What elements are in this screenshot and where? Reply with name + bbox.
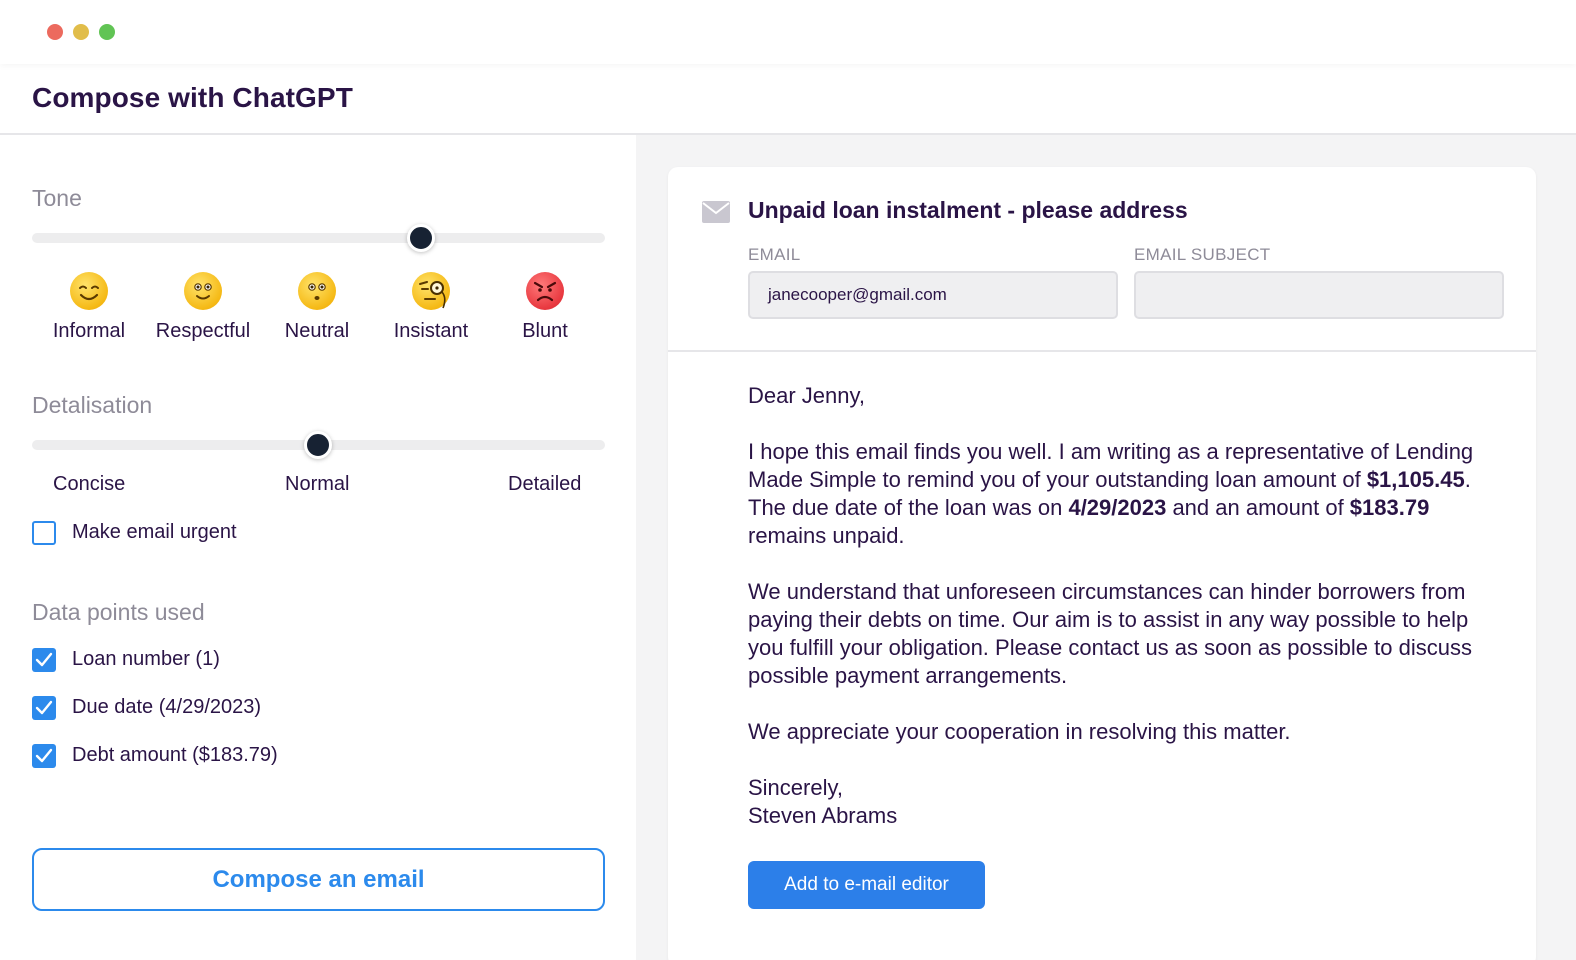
detalisation-slider-thumb[interactable] (304, 431, 332, 459)
email-card-header: Unpaid loan instalment - please address … (668, 167, 1536, 352)
tone-slider-thumb[interactable] (407, 224, 435, 252)
checkmark-icon (35, 748, 53, 763)
checkmark-icon (35, 700, 53, 715)
email-signature: Steven Abrams (748, 803, 898, 828)
detalisation-option-concise[interactable]: Concise (53, 473, 125, 496)
email-field-label: EMAIL (748, 245, 801, 264)
tone-option-label: Neutral (284, 320, 350, 342)
email-field[interactable]: janecooper@gmail.com (748, 271, 1118, 319)
urgent-label[interactable]: Make email urgent (72, 521, 237, 544)
debt-amount-checkbox[interactable] (32, 744, 56, 768)
tone-option-label: Informal (52, 320, 126, 342)
window-titlebar (0, 0, 1576, 64)
email-paragraph-2: We understand that unforeseen circumstan… (748, 579, 1472, 688)
email-closing: Sincerely, (748, 775, 843, 800)
data-points-label: Data points used (32, 599, 205, 625)
angry-face-icon (526, 272, 564, 310)
page-header: Compose with ChatGPT (0, 64, 1576, 135)
tone-option-neutral[interactable]: Neutral (257, 272, 377, 343)
unpaid-amount: $183.79 (1349, 495, 1430, 520)
grinning-face-icon (184, 272, 222, 310)
loan-amount: $1,105.45 (1366, 467, 1465, 492)
window-minimize-button[interactable] (73, 24, 89, 40)
email-title: Unpaid loan instalment - please address (748, 197, 1188, 223)
smiling-face-icon (70, 272, 108, 310)
tone-option-respectful[interactable]: Respectful (143, 272, 263, 343)
urgent-checkbox[interactable] (32, 521, 56, 545)
tone-option-label: Blunt (522, 320, 568, 342)
neutral-face-icon (298, 272, 336, 310)
tone-slider-track[interactable] (32, 233, 605, 243)
tone-option-label: Respectful (155, 320, 251, 342)
email-subject-field[interactable] (1134, 271, 1504, 319)
loan-number-label[interactable]: Loan number (1) (72, 648, 220, 671)
settings-panel: Tone Informal Respectful Neutral Insista… (0, 135, 636, 960)
debt-amount-label[interactable]: Debt amount ($183.79) (72, 744, 278, 767)
window-zoom-button[interactable] (99, 24, 115, 40)
due-date: 4/29/2023 (1068, 495, 1167, 520)
tone-option-informal[interactable]: Informal (29, 272, 149, 343)
detalisation-option-normal[interactable]: Normal (285, 473, 349, 496)
tone-option-blunt[interactable]: Blunt (485, 272, 605, 343)
email-body[interactable]: Dear Jenny, I hope this email finds you … (748, 382, 1508, 830)
email-subject-field-label: EMAIL SUBJECT (1134, 245, 1271, 264)
due-date-label[interactable]: Due date (4/29/2023) (72, 696, 261, 719)
compose-email-button[interactable]: Compose an email (32, 848, 605, 911)
page-title: Compose with ChatGPT (32, 82, 353, 113)
face-with-monocle-icon (412, 272, 450, 310)
detalisation-option-detailed[interactable]: Detailed (508, 473, 581, 496)
add-to-email-editor-button[interactable]: Add to e-mail editor (748, 861, 985, 909)
due-date-checkbox[interactable] (32, 696, 56, 720)
email-paragraph-1: I hope this email finds you well. I am w… (748, 439, 1474, 548)
detalisation-label: Detalisation (32, 392, 153, 418)
email-paragraph-3: We appreciate your cooperation in resolv… (748, 719, 1291, 744)
window-close-button[interactable] (47, 24, 63, 40)
email-greeting: Dear Jenny, (748, 383, 865, 408)
email-signoff: Sincerely, Steven Abrams (748, 774, 1508, 830)
loan-number-checkbox[interactable] (32, 648, 56, 672)
envelope-icon (702, 201, 730, 223)
tone-option-label: Insistant (393, 320, 469, 342)
email-card: Unpaid loan instalment - please address … (668, 167, 1536, 960)
tone-label: Tone (32, 185, 82, 211)
checkmark-icon (35, 652, 53, 667)
tone-option-insistant[interactable]: Insistant (371, 272, 491, 343)
email-preview-panel: Unpaid loan instalment - please address … (636, 135, 1576, 960)
